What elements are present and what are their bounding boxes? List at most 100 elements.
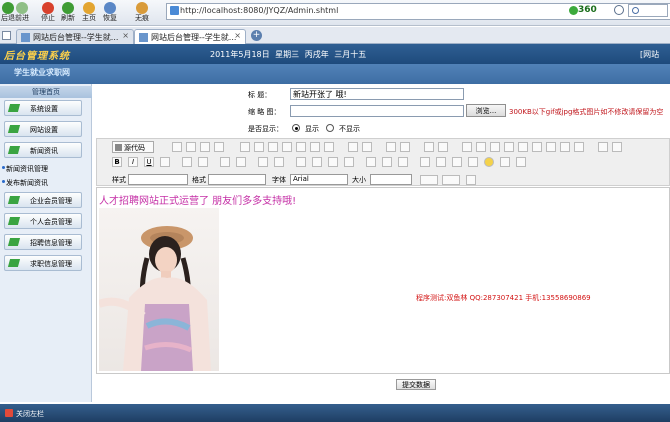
hide-radio-label: 不显示 [339,125,360,133]
checkbox-icon[interactable] [476,142,486,152]
editor-content-text: 人才招聘网站正式运营了 朋友们多多支持哦! [99,196,297,207]
flash-icon[interactable] [598,142,608,152]
bulleted-list-icon[interactable] [236,157,246,167]
superscript-icon[interactable] [198,157,208,167]
unlink-icon[interactable] [382,157,392,167]
subscript-icon[interactable] [182,157,192,167]
close-sidebar-link[interactable]: 关闭左栏 [16,409,44,419]
title-input[interactable]: 新站开张了 哦! [290,88,464,100]
anchor-icon[interactable] [398,157,408,167]
hidden-field-icon[interactable] [574,142,584,152]
dropdown-icon[interactable] [614,5,624,15]
refresh-button[interactable]: 刷新 [58,1,78,25]
stop-button[interactable]: 停止 [38,1,58,25]
indent-icon[interactable] [274,157,284,167]
outdent-icon[interactable] [258,157,268,167]
restore-button[interactable]: 恢复 [100,1,120,25]
font-label: 字体 [272,176,286,184]
sidebar-subitem-news-manage[interactable]: 新闻资讯管理 [6,164,48,174]
app-banner [0,64,670,84]
close-icon[interactable]: × [122,31,129,40]
insert-image-icon[interactable] [420,157,430,167]
thumbnail-input[interactable] [290,105,464,117]
new-page-icon[interactable] [186,142,196,152]
insert-flash-icon[interactable] [436,157,446,167]
sidebar-subitem-news-publish[interactable]: 发布新闻资讯 [6,178,48,188]
font-select[interactable]: Arial [290,174,348,185]
remove-format-icon[interactable] [438,142,448,152]
horizontal-rule-icon[interactable] [468,157,478,167]
show-radio-label: 显示 [305,125,319,133]
paste-word-icon[interactable] [296,142,306,152]
justify-icon[interactable] [344,157,354,167]
image-icon[interactable] [612,142,622,152]
tab-admin-2[interactable]: 网站后台管理--学生就... × [134,29,246,45]
format-label: 格式 [192,176,206,184]
link-icon[interactable] [366,157,376,167]
templates-icon[interactable] [214,142,224,152]
find-icon[interactable] [386,142,396,152]
image-button-icon[interactable] [560,142,570,152]
radio-icon[interactable] [490,142,500,152]
numbered-list-icon[interactable] [220,157,230,167]
maximize-icon[interactable] [466,175,476,185]
forward-button[interactable]: 前进 [12,1,32,25]
textarea-icon[interactable] [518,142,528,152]
preview-icon[interactable] [200,142,210,152]
hide-radio[interactable] [326,124,334,132]
folder-icon [7,146,21,154]
select-all-icon[interactable] [424,142,434,152]
browse-button[interactable]: 浏览... [466,104,506,117]
address-url[interactable]: http://localhost:8080/JYQZ/Admin.shtml [180,6,338,15]
form-icon[interactable] [462,142,472,152]
incognito-button[interactable]: 无痕 [132,1,152,25]
tab-list-icon[interactable] [2,31,11,40]
submit-button[interactable]: 提交数据 [396,379,436,390]
italic-icon[interactable]: I [128,157,138,167]
new-tab-icon[interactable]: + [251,30,262,41]
sidebar-heading[interactable]: 管理首页 [0,86,92,98]
forward-arrow-icon [16,2,28,14]
bold-icon[interactable]: B [112,157,122,167]
align-right-icon[interactable] [328,157,338,167]
banner-title: 学生就业求职网 [14,68,70,77]
save-icon[interactable] [172,142,182,152]
copy-icon[interactable] [254,142,264,152]
button-icon[interactable] [546,142,556,152]
textfield-icon[interactable] [504,142,514,152]
size-label: 大小 [352,176,366,184]
stop-icon [42,2,54,14]
underline-icon[interactable]: U [144,157,154,167]
table-icon[interactable] [452,157,462,167]
text-color-icon[interactable] [420,175,438,185]
background-color-icon[interactable] [442,175,460,185]
style-select[interactable] [128,174,188,185]
page-break-icon[interactable] [516,157,526,167]
tab-admin-1[interactable]: 网站后台管理--学生就... × [16,29,134,44]
paste-icon[interactable] [268,142,278,152]
source-code-button[interactable]: 源代码 [112,141,154,153]
special-char-icon[interactable] [500,157,510,167]
cut-icon[interactable] [240,142,250,152]
align-left-icon[interactable] [296,157,306,167]
undo-icon[interactable] [348,142,358,152]
page-icon [21,33,30,42]
paste-text-icon[interactable] [282,142,292,152]
select-icon[interactable] [532,142,542,152]
replace-icon[interactable] [400,142,410,152]
format-select[interactable] [208,174,266,185]
security-score[interactable]: 360 [578,5,597,15]
strikethrough-icon[interactable] [160,157,170,167]
show-radio[interactable] [292,124,300,132]
header-site-link[interactable]: [网站 [640,49,659,60]
print-icon[interactable] [310,142,320,152]
size-select[interactable] [370,174,412,185]
close-icon[interactable]: × [234,31,241,40]
align-center-icon[interactable] [312,157,322,167]
smiley-icon[interactable] [484,157,494,167]
home-button[interactable]: 主页 [79,1,99,25]
security-shield-icon [569,6,578,15]
redo-icon[interactable] [362,142,372,152]
spellcheck-icon[interactable] [324,142,334,152]
folder-icon [7,238,21,246]
